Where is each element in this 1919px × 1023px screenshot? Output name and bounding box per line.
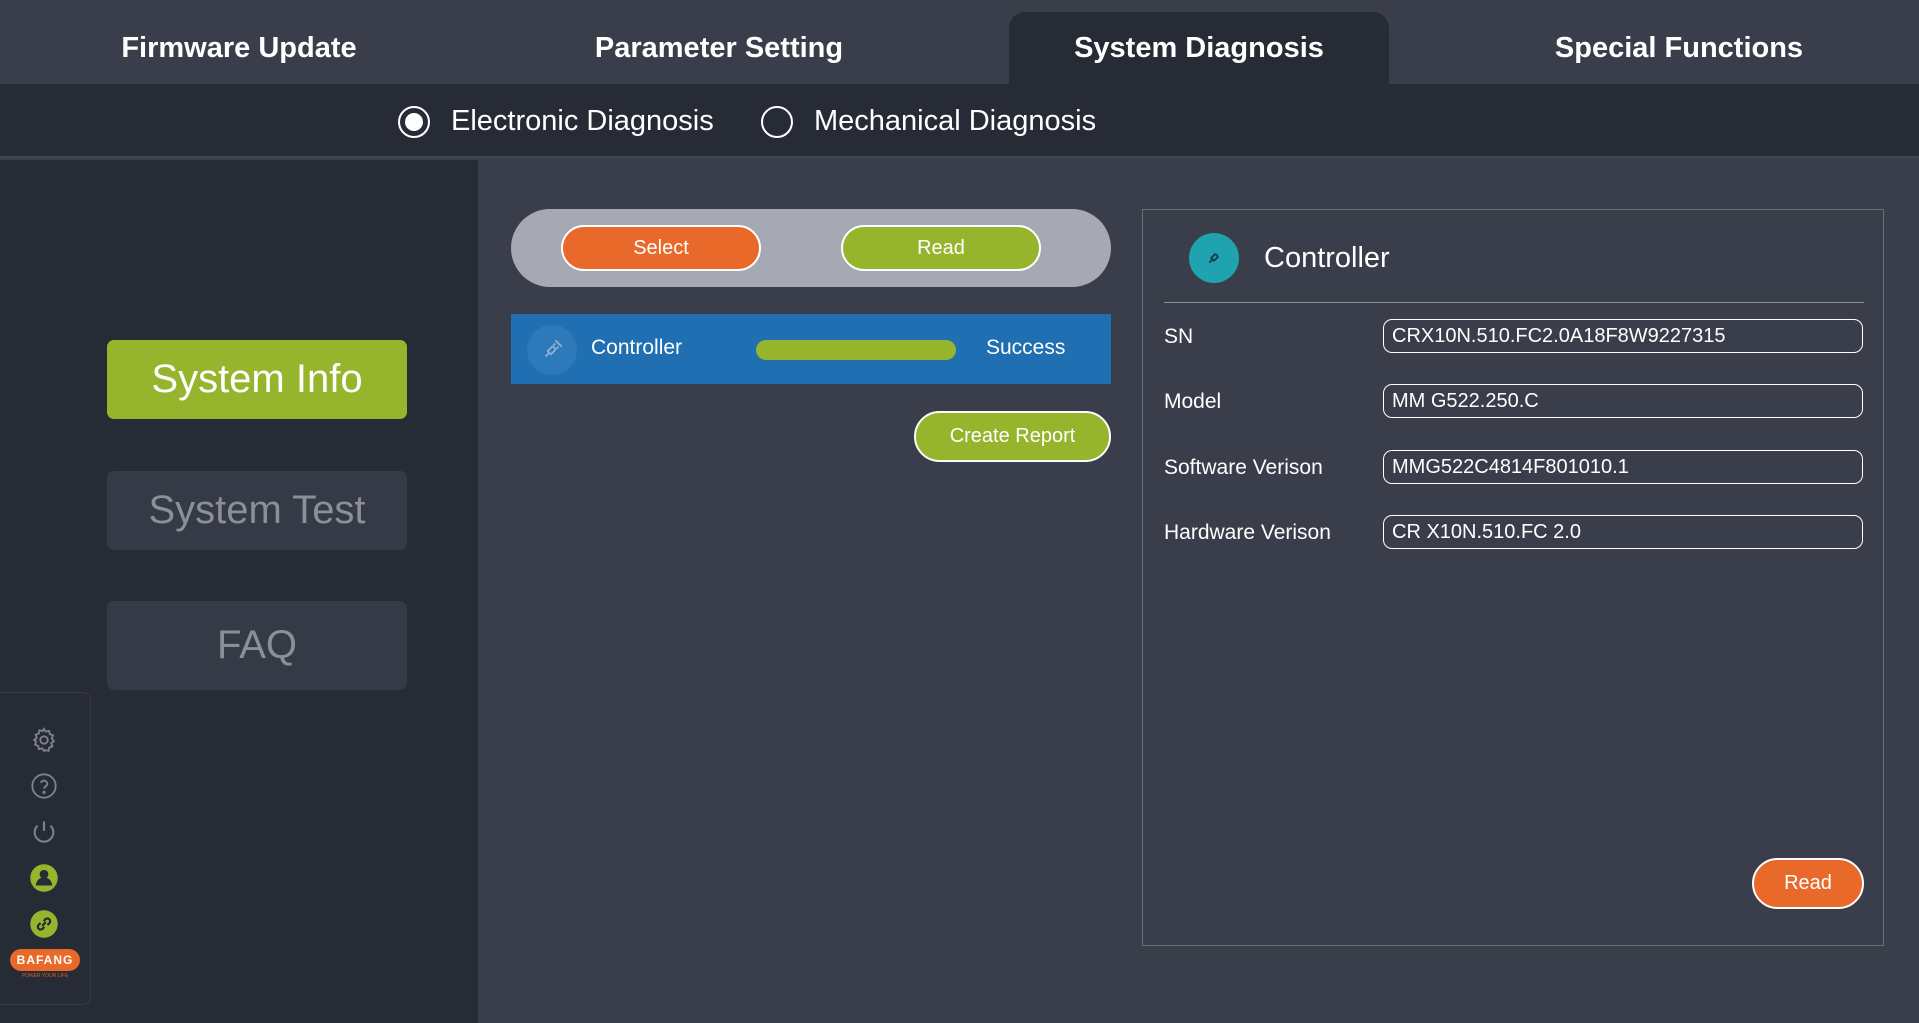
details-read-button[interactable]: Read [1752,858,1864,909]
radio-mechanical-diagnosis[interactable]: Mechanical Diagnosis [761,105,1096,138]
help-icon[interactable] [27,769,61,803]
left-sidebar: System Info System Test FAQ BAFANG POWER… [0,160,478,1023]
create-report-button[interactable]: Create Report [914,411,1111,462]
device-progress-bar [756,340,956,360]
power-icon[interactable] [27,815,61,849]
hardware-version-field[interactable]: CR X10N.510.FC 2.0 [1383,515,1863,549]
tab-special-functions[interactable]: Special Functions [1519,12,1839,84]
software-version-label: Software Verison [1164,456,1323,479]
sidebar-item-system-info[interactable]: System Info [107,340,407,419]
radio-unselected-icon [761,105,793,138]
top-tab-bar: Firmware Update Parameter Setting System… [0,0,1919,84]
model-field[interactable]: MM G522.250.C [1383,384,1863,418]
software-version-field[interactable]: MMG522C4814F801010.1 [1383,450,1863,484]
logo-tagline: POWER YOUR LIFE [21,973,69,979]
radio-selected-icon [398,105,430,138]
select-button[interactable]: Select [561,225,761,271]
tab-system-diagnosis[interactable]: System Diagnosis [1009,12,1389,84]
diagnosis-mode-bar: Electronic Diagnosis Mechanical Diagnosi… [0,84,1919,158]
sn-field[interactable]: CRX10N.510.FC2.0A18F8W9227315 [1383,319,1863,353]
utility-icon-strip: BAFANG POWER YOUR LIFE [0,692,91,1005]
sn-label: SN [1164,325,1194,348]
tab-firmware-update[interactable]: Firmware Update [79,12,399,84]
read-button[interactable]: Read [841,225,1041,271]
sidebar-item-faq[interactable]: FAQ [107,601,407,690]
plug-icon [527,325,577,375]
radio-electronic-diagnosis[interactable]: Electronic Diagnosis [398,105,714,138]
device-list-row[interactable]: Controller Success [511,314,1111,384]
details-title: Controller [1264,242,1390,274]
controller-details-panel: Controller SN CRX10N.510.FC2.0A18F8W9227… [1142,209,1884,946]
bafang-logo: BAFANG [10,949,80,971]
device-name: Controller [591,336,683,359]
user-icon[interactable] [27,861,61,895]
radio-label: Electronic Diagnosis [451,105,714,137]
device-status: Success [986,336,1066,359]
radio-label: Mechanical Diagnosis [814,105,1097,137]
divider [1164,302,1864,303]
action-bar: Select Read [511,209,1111,287]
hardware-version-label: Hardware Verison [1164,521,1331,544]
tab-parameter-setting[interactable]: Parameter Setting [559,12,879,84]
model-label: Model [1164,390,1222,413]
gear-icon[interactable] [27,723,61,757]
link-icon[interactable] [27,907,61,941]
sidebar-item-system-test[interactable]: System Test [107,471,407,550]
plug-icon [1189,233,1239,283]
